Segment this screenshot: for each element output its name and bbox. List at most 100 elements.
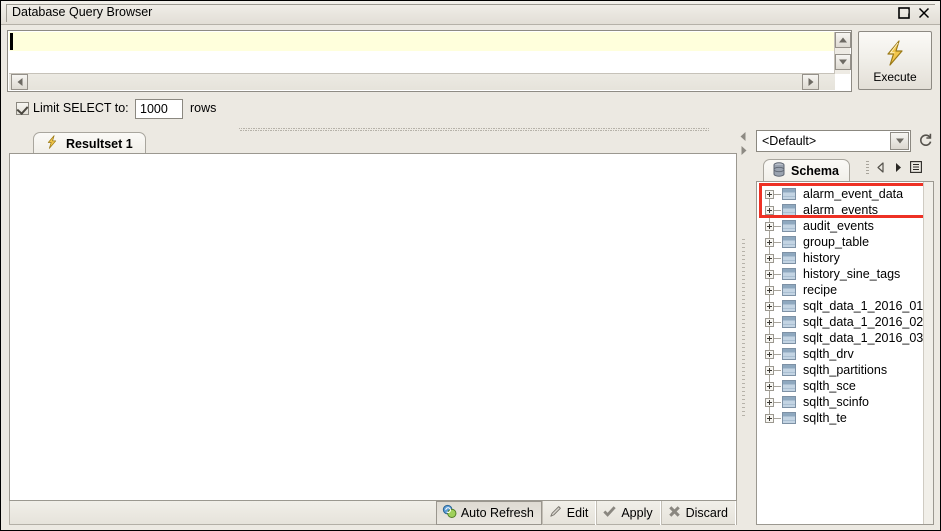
tree-elbow <box>774 337 781 339</box>
list-menu-icon[interactable] <box>910 161 922 176</box>
tree-item-label: recipe <box>803 283 838 297</box>
prev-icon[interactable] <box>876 161 886 176</box>
edit-button[interactable]: Edit <box>541 501 597 525</box>
tree-item-sqlt_data_1_2016_03[interactable]: sqlt_data_1_2016_03 <box>757 330 923 346</box>
expand-icon[interactable] <box>765 253 774 263</box>
tab-strip-grip[interactable] <box>866 161 869 176</box>
query-vertical-scrollbar[interactable] <box>834 32 851 74</box>
auto-refresh-icon <box>442 504 457 522</box>
close-icon[interactable] <box>916 5 932 21</box>
tree-item-label: alarm_events <box>803 203 879 217</box>
schema-selector[interactable]: <Default> <box>756 130 911 152</box>
tree-item-label: sqlth_sce <box>803 379 856 393</box>
table-icon <box>782 204 796 216</box>
tree-elbow <box>774 401 781 403</box>
tree-item-label: alarm_event_data <box>803 187 904 201</box>
expand-icon[interactable] <box>765 237 774 247</box>
expand-icon[interactable] <box>765 349 774 359</box>
panel-splitter[interactable] <box>738 129 750 525</box>
tree-item-sqlth_partitions[interactable]: sqlth_partitions <box>757 362 923 378</box>
panel-drag-handle[interactable] <box>239 128 709 132</box>
expand-icon[interactable] <box>765 317 774 327</box>
tree-item-sqlth_scinfo[interactable]: sqlth_scinfo <box>757 394 923 410</box>
collapse-left-icon[interactable] <box>739 131 748 142</box>
tree-item-history_sine_tags[interactable]: history_sine_tags <box>757 266 923 282</box>
table-icon <box>782 188 796 200</box>
restore-icon[interactable] <box>896 5 912 21</box>
tree-item-sqlth_te[interactable]: sqlth_te <box>757 410 923 426</box>
current-line-highlight <box>9 32 835 51</box>
scroll-right-icon[interactable] <box>802 74 819 90</box>
tree-item-label: audit_events <box>803 219 874 233</box>
splitter-grip[interactable] <box>742 239 745 417</box>
tree-item-history[interactable]: history <box>757 250 923 266</box>
rows-label: rows <box>190 101 217 115</box>
scroll-up-icon[interactable] <box>835 32 851 48</box>
tree-item-label: sqlth_drv <box>803 347 854 361</box>
result-toolbar: Auto Refresh Edit Apply Discard <box>9 501 737 525</box>
refresh-icon[interactable] <box>917 132 934 149</box>
expand-icon[interactable] <box>765 285 774 295</box>
expand-icon[interactable] <box>765 189 774 199</box>
limit-rows-input[interactable] <box>135 99 183 119</box>
query-horizontal-scrollbar[interactable] <box>9 73 835 90</box>
limit-select-checkbox[interactable] <box>16 102 29 115</box>
expand-icon[interactable] <box>765 413 774 423</box>
table-icon <box>782 396 796 408</box>
table-icon <box>782 268 796 280</box>
expand-icon[interactable] <box>765 269 774 279</box>
table-icon <box>782 380 796 392</box>
query-editor[interactable] <box>7 30 852 92</box>
tree-elbow <box>774 305 781 307</box>
tree-item-recipe[interactable]: recipe <box>757 282 923 298</box>
tab-resultset-1[interactable]: Resultset 1 <box>33 132 146 154</box>
tree-item-sqlth_sce[interactable]: sqlth_sce <box>757 378 923 394</box>
tree-item-group_table[interactable]: group_table <box>757 234 923 250</box>
expand-icon[interactable] <box>765 205 774 215</box>
schema-tab-tools <box>866 161 922 176</box>
expand-icon[interactable] <box>765 301 774 311</box>
schema-tree-scrollbar[interactable] <box>923 182 933 524</box>
auto-refresh-button[interactable]: Auto Refresh <box>435 501 542 525</box>
tree-item-audit_events[interactable]: audit_events <box>757 218 923 234</box>
tree-item-sqlt_data_1_2016_01[interactable]: sqlt_data_1_2016_01 <box>757 298 923 314</box>
expand-icon[interactable] <box>765 221 774 231</box>
table-icon <box>782 252 796 264</box>
tree-item-alarm_events[interactable]: alarm_events <box>757 202 923 218</box>
resultset-grid[interactable] <box>9 153 737 501</box>
tree-item-label: group_table <box>803 235 870 249</box>
scroll-down-icon[interactable] <box>835 54 851 70</box>
limit-select-label: Limit SELECT to: <box>33 101 129 115</box>
table-icon <box>782 364 796 376</box>
tree-item-label: sqlth_te <box>803 411 847 425</box>
expand-icon[interactable] <box>765 365 774 375</box>
execute-button[interactable]: Execute <box>858 31 932 90</box>
collapse-right-icon[interactable] <box>739 145 748 156</box>
tree-item-label: history <box>803 251 840 265</box>
tree-item-alarm_event_data[interactable]: alarm_event_data <box>757 186 923 202</box>
tree-elbow <box>774 241 781 243</box>
table-icon <box>782 300 796 312</box>
discard-button[interactable]: Discard <box>660 501 736 525</box>
tree-elbow <box>774 273 781 275</box>
chevron-down-icon[interactable] <box>890 132 909 150</box>
expand-icon[interactable] <box>765 397 774 407</box>
lightning-bolt-icon <box>44 134 60 153</box>
tree-elbow <box>774 385 781 387</box>
database-icon <box>772 162 786 180</box>
tree-item-sqlt_data_1_2016_02[interactable]: sqlt_data_1_2016_02 <box>757 314 923 330</box>
tree-item-sqlth_drv[interactable]: sqlth_drv <box>757 346 923 362</box>
tree-elbow <box>774 369 781 371</box>
expand-icon[interactable] <box>765 381 774 391</box>
tab-schema[interactable]: Schema <box>763 159 850 182</box>
table-icon <box>782 348 796 360</box>
scroll-left-icon[interactable] <box>11 74 28 90</box>
expand-icon[interactable] <box>765 333 774 343</box>
table-icon <box>782 220 796 232</box>
apply-button[interactable]: Apply <box>596 501 661 525</box>
next-icon[interactable] <box>893 162 903 176</box>
schema-tree[interactable]: alarm_event_data alarm_events audit_events… <box>756 181 934 525</box>
schema-tab-strip: Schema <box>751 157 936 182</box>
tree-elbow <box>774 193 781 195</box>
tree-item-label: history_sine_tags <box>803 267 901 281</box>
